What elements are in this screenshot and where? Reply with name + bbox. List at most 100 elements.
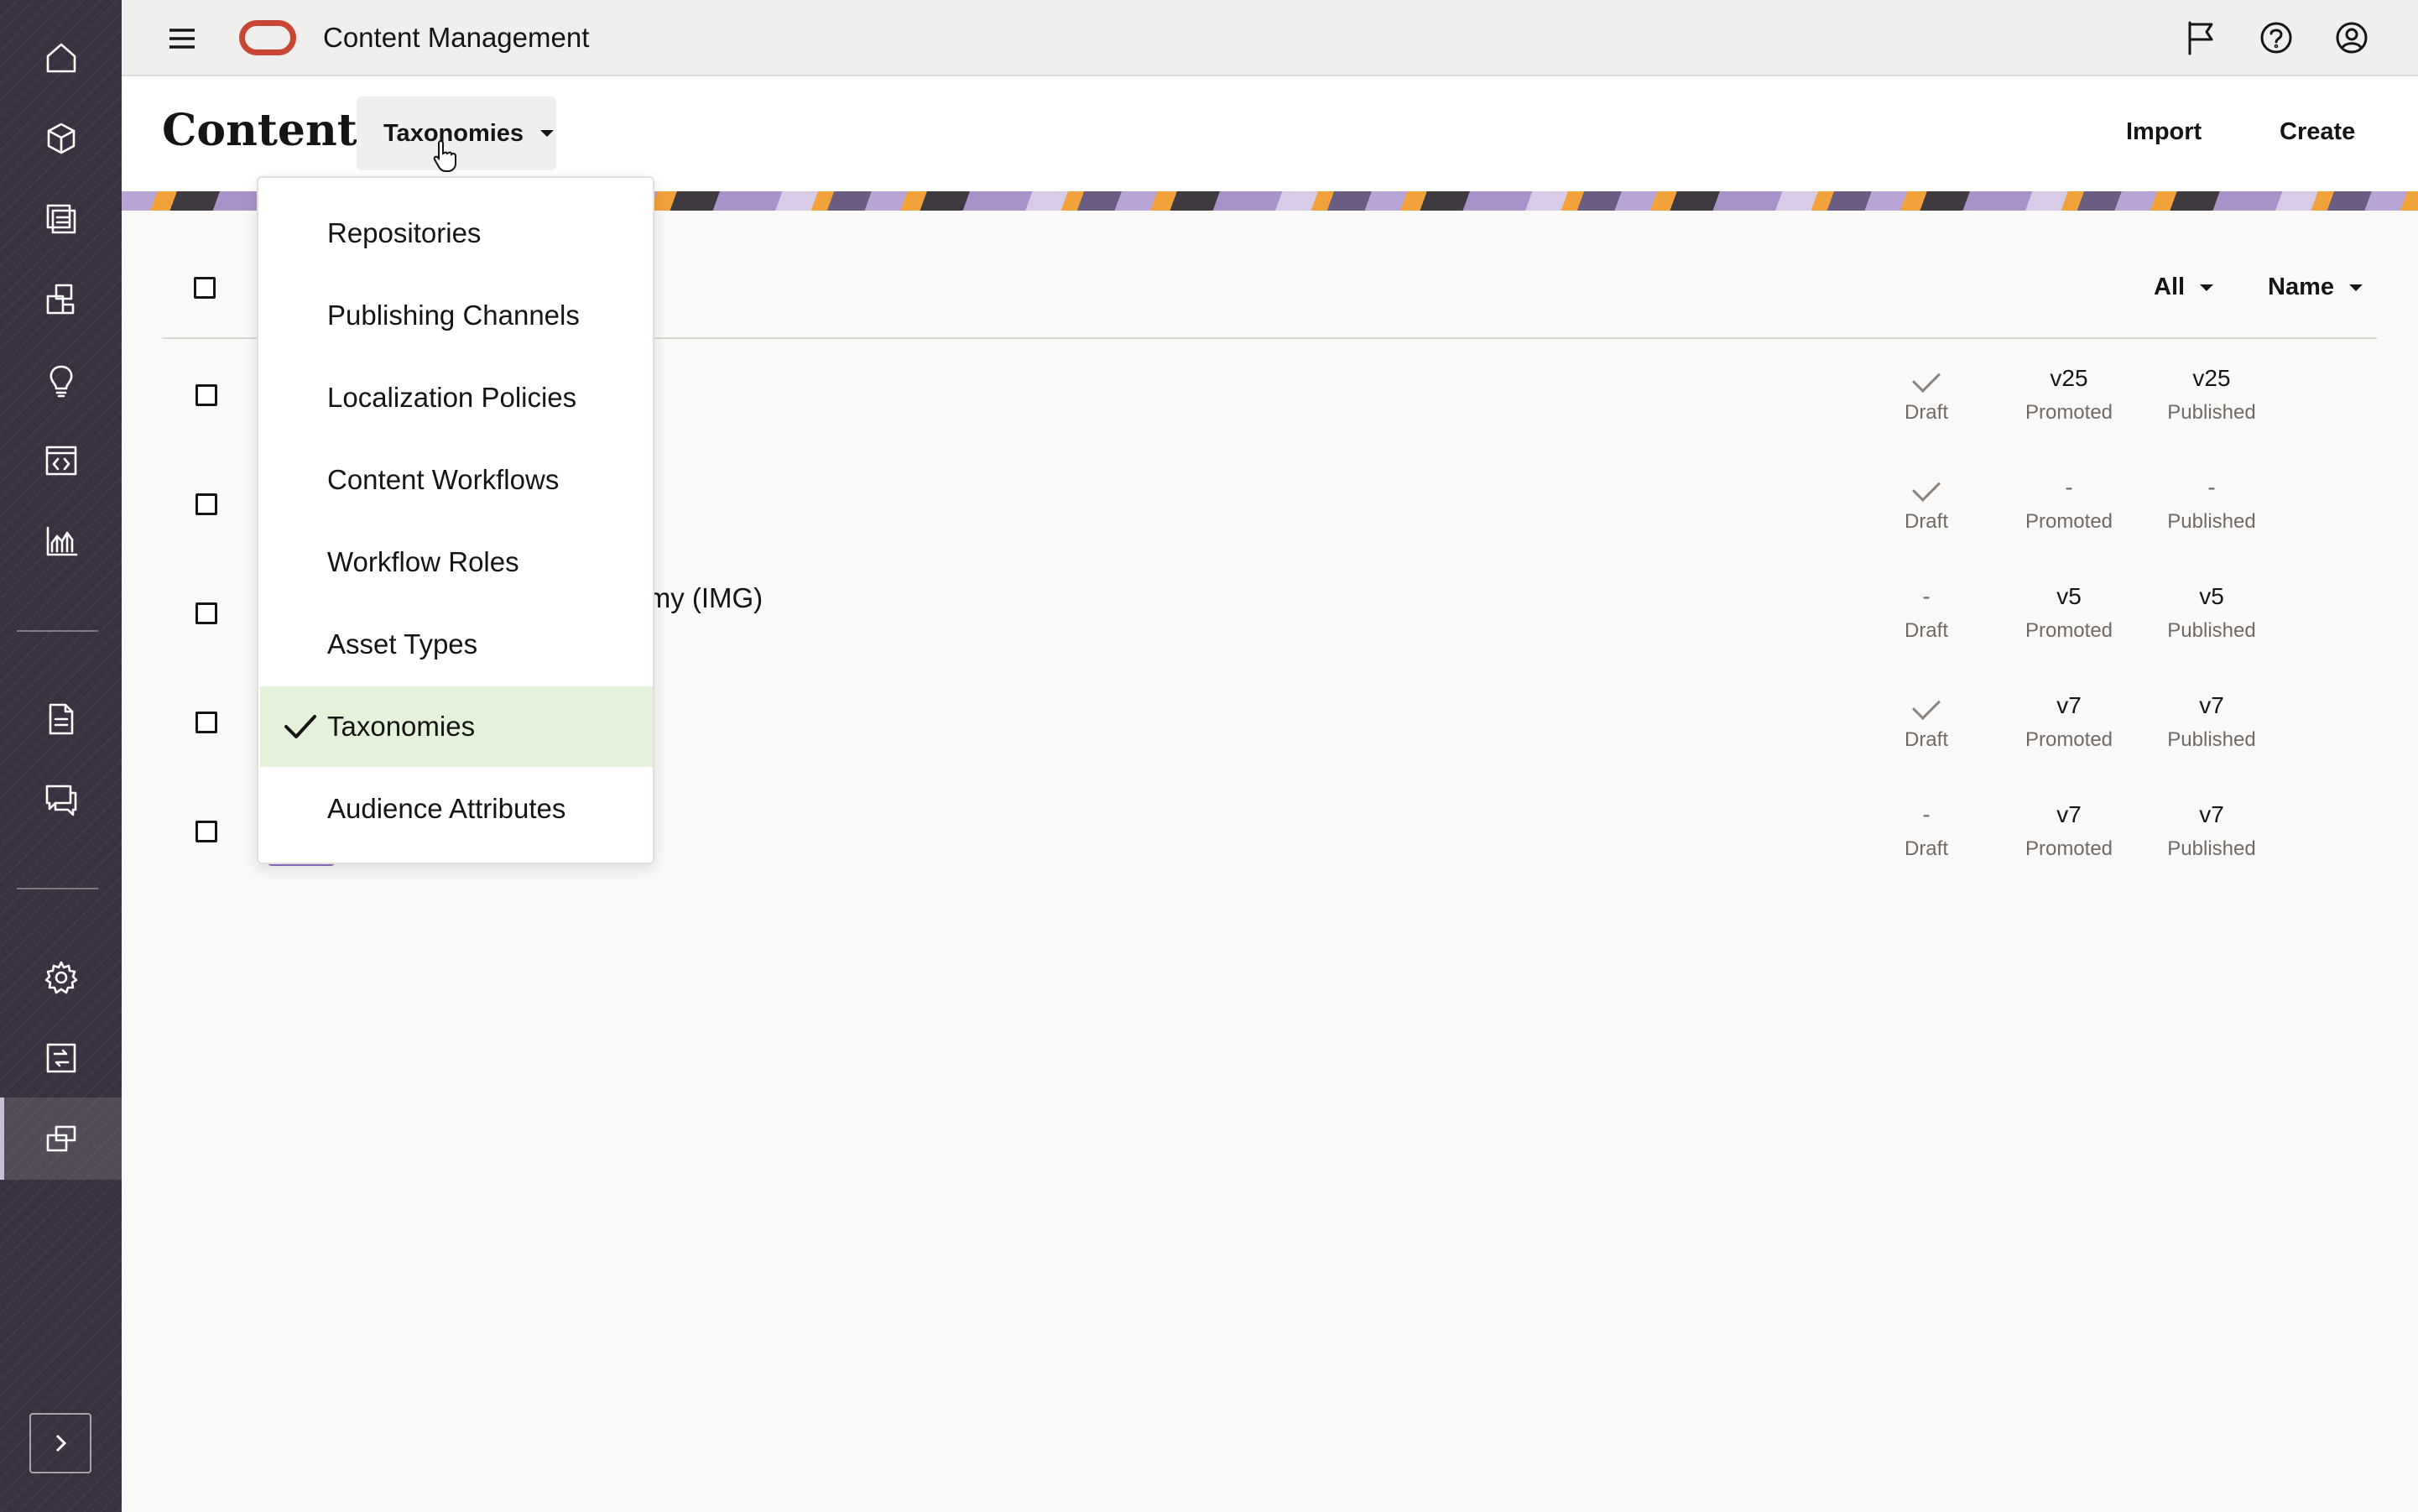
published-label: Published [2167, 401, 2256, 424]
draft-status: Draft [1859, 364, 1993, 425]
menu-item-label: Audience Attributes [327, 793, 566, 824]
menu-item-localization-policies[interactable]: Localization Policies [260, 357, 653, 438]
draft-label: Draft [1904, 619, 1948, 642]
conversations-icon[interactable] [32, 770, 91, 829]
promoted-label: Promoted [2025, 728, 2113, 751]
published-label: Published [2167, 728, 2256, 751]
draft-label: Draft [1904, 401, 1948, 424]
filter-dropdown[interactable]: All [2154, 274, 2214, 301]
promoted-status: v7 Promoted [2002, 800, 2136, 861]
promoted-label: Promoted [2025, 510, 2113, 533]
sort-label: Name [2268, 274, 2334, 300]
menu-item-label: Workflow Roles [327, 546, 519, 577]
home-icon[interactable] [32, 29, 91, 87]
menu-item-label: Localization Policies [327, 382, 577, 413]
oracle-logo [239, 20, 296, 55]
page-title: Content [162, 105, 357, 156]
promoted-status: v7 Promoted [2002, 691, 2136, 752]
draft-label: Draft [1904, 837, 1948, 860]
published-status: v7 Published [2144, 691, 2279, 752]
promoted-status: v25 Promoted [2002, 364, 2136, 425]
promoted-status: - Promoted [2002, 473, 2136, 534]
lightbulb-icon[interactable] [32, 351, 91, 409]
caret-down-icon [2349, 284, 2363, 291]
rail-divider [17, 630, 98, 632]
menu-item-label: Content Workflows [327, 464, 560, 495]
expand-rail-button[interactable] [29, 1413, 91, 1473]
promoted-label: Promoted [2025, 401, 2113, 424]
checkmark-icon [1912, 364, 1941, 393]
analytics-icon[interactable] [32, 512, 91, 571]
draft-label: Draft [1904, 510, 1948, 533]
developer-icon[interactable] [32, 431, 91, 490]
user-profile-icon[interactable] [2332, 18, 2371, 57]
row-checkbox[interactable] [195, 384, 217, 406]
promoted-version: - [2065, 474, 2073, 500]
top-header-bar: Content Management [122, 0, 2418, 76]
integrations-icon[interactable] [32, 1029, 91, 1087]
checkmark-icon [1912, 473, 1941, 502]
promoted-version: v7 [2056, 692, 2082, 718]
cube-icon[interactable] [32, 109, 91, 168]
draft-status: - Draft [1859, 800, 1993, 861]
draft-status: Draft [1859, 473, 1993, 534]
sites-icon[interactable] [32, 270, 91, 329]
caret-down-icon [2200, 284, 2214, 291]
published-label: Published [2167, 619, 2256, 642]
menu-item-label: Taxonomies [327, 711, 476, 742]
page-header: Content Taxonomies Import Create [122, 76, 2418, 191]
select-all-checkbox[interactable] [194, 277, 216, 299]
hand-cursor-icon [433, 139, 456, 172]
menu-item-label: Asset Types [327, 628, 478, 660]
chevron-right-icon [55, 1434, 67, 1452]
row-checkbox[interactable] [195, 602, 217, 624]
published-version: v7 [2199, 692, 2224, 718]
promoted-label: Promoted [2025, 619, 2113, 642]
published-status: v7 Published [2144, 800, 2279, 861]
rail-divider [17, 888, 98, 889]
published-label: Published [2167, 837, 2256, 860]
flag-icon[interactable] [2181, 18, 2220, 57]
draft-version: - [1922, 583, 1931, 609]
published-status: - Published [2144, 473, 2279, 534]
menu-item-content-workflows[interactable]: Content Workflows [260, 440, 653, 520]
menu-item-workflow-roles[interactable]: Workflow Roles [260, 522, 653, 602]
side-navigation-rail [0, 0, 122, 1512]
caret-down-icon [540, 130, 555, 137]
published-label: Published [2167, 510, 2256, 533]
row-checkbox[interactable] [195, 493, 217, 515]
menu-item-taxonomies[interactable]: Taxonomies [260, 686, 653, 767]
row-checkbox[interactable] [195, 712, 217, 733]
promoted-status: v5 Promoted [2002, 582, 2136, 643]
checkmark-icon [1912, 691, 1941, 720]
menu-item-repositories[interactable]: Repositories [260, 193, 653, 274]
settings-icon[interactable] [32, 948, 91, 1007]
published-version: v25 [2192, 365, 2231, 391]
menu-item-asset-types[interactable]: Asset Types [260, 604, 653, 685]
promoted-version: v7 [2056, 801, 2082, 827]
draft-label: Draft [1904, 728, 1948, 751]
header-actions [2181, 18, 2371, 57]
menu-item-label: Repositories [327, 217, 482, 248]
assets-icon[interactable] [32, 190, 91, 248]
promoted-version: v5 [2056, 583, 2082, 609]
published-version: v7 [2199, 801, 2224, 827]
hamburger-menu-icon[interactable] [165, 22, 199, 55]
sort-dropdown[interactable]: Name [2268, 274, 2363, 301]
checkmark-icon [282, 710, 319, 743]
menu-item-label: Publishing Channels [327, 300, 580, 331]
content-icon[interactable] [32, 1109, 91, 1168]
menu-item-audience-attributes[interactable]: Audience Attributes [260, 769, 653, 849]
menu-item-publishing-channels[interactable]: Publishing Channels [260, 275, 653, 356]
published-status: v5 Published [2144, 582, 2279, 643]
documents-icon[interactable] [32, 690, 91, 748]
draft-status: Draft [1859, 691, 1993, 752]
import-button[interactable]: Import [2126, 118, 2202, 146]
draft-status: - Draft [1859, 582, 1993, 643]
published-version: v5 [2199, 583, 2224, 609]
create-button[interactable]: Create [2280, 118, 2355, 146]
row-checkbox[interactable] [195, 821, 217, 842]
published-status: v25 Published [2144, 364, 2279, 425]
promoted-version: v25 [2050, 365, 2088, 391]
help-icon[interactable] [2257, 18, 2296, 57]
